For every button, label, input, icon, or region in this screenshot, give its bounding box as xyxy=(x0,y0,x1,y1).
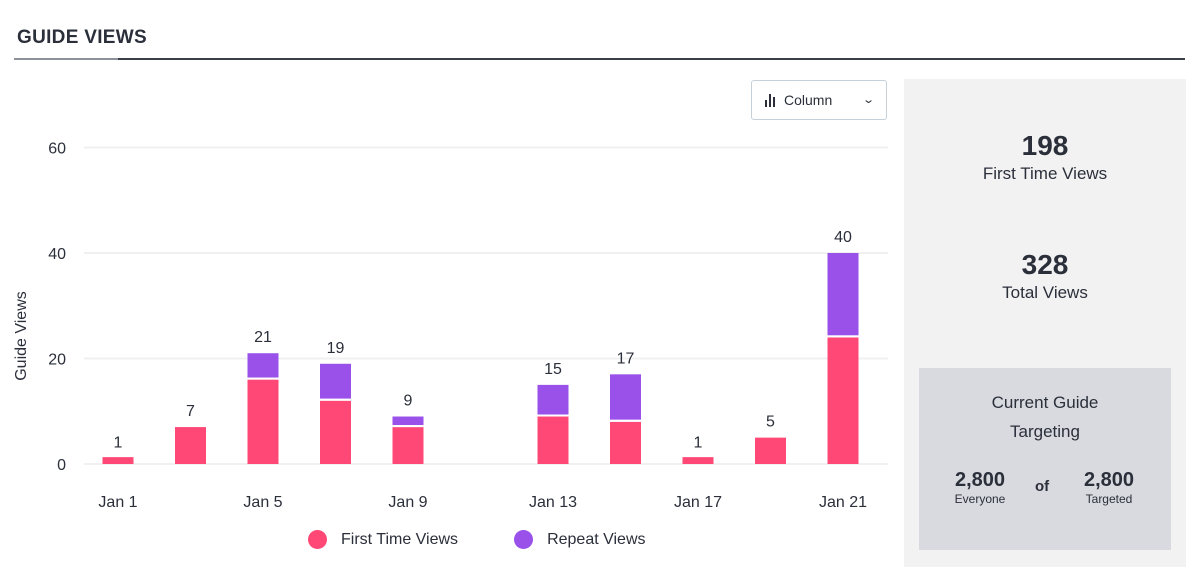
bar-repeat-views xyxy=(537,384,569,415)
x-tick-label: Jan 13 xyxy=(529,494,577,511)
y-tick-label: 20 xyxy=(48,352,66,369)
y-tick-label: 60 xyxy=(48,141,66,158)
data-label: 9 xyxy=(404,393,413,410)
total-views-stat: 328 Total Views xyxy=(904,248,1186,304)
data-label: 1 xyxy=(114,435,123,452)
bar-repeat-views xyxy=(610,374,641,420)
guide-targeting-card: Current Guide Targeting 2,800 Everyone o… xyxy=(919,368,1171,550)
total-views-value: 328 xyxy=(1021,249,1069,280)
data-label: 5 xyxy=(766,414,775,431)
y-tick-label: 0 xyxy=(57,457,66,474)
everyone-label: Everyone xyxy=(954,492,1006,506)
data-label: 40 xyxy=(834,229,852,246)
chart-type-dropdown[interactable]: Column ⌄ xyxy=(751,80,887,120)
x-tick-label: Jan 1 xyxy=(98,494,137,511)
bar-repeat-views xyxy=(247,353,279,378)
y-tick-label: 40 xyxy=(48,246,66,263)
targeting-title-line2: Targeting xyxy=(1010,422,1080,441)
bar-repeat-views xyxy=(827,253,859,336)
bar-first-time-views xyxy=(827,337,859,464)
data-label: 17 xyxy=(617,350,635,367)
targeting-title-line1: Current Guide xyxy=(991,393,1099,412)
data-labels: 172119915171540 xyxy=(114,229,852,452)
header-divider-accent xyxy=(14,58,118,60)
bar-first-time-views xyxy=(102,457,134,464)
first-time-views-value: 198 xyxy=(1021,130,1069,161)
bar-first-time-views xyxy=(320,400,351,464)
page-title: GUIDE VIEWS xyxy=(17,27,147,48)
legend-label: First Time Views xyxy=(341,530,459,548)
bar-first-time-views xyxy=(392,427,424,464)
bar-first-time-views xyxy=(755,437,786,464)
data-label: 15 xyxy=(544,361,562,378)
repeat-views-swatch xyxy=(514,530,534,549)
x-tick-label: Jan 5 xyxy=(243,494,282,511)
first-time-views-label: First Time Views xyxy=(982,164,1108,183)
data-label: 7 xyxy=(186,403,195,420)
x-axis-ticks: Jan 1 Jan 5 Jan 9 Jan 13 Jan 17 Jan 21 xyxy=(98,494,867,511)
of-label: of xyxy=(1035,478,1050,495)
chart-legend: First Time Views Repeat Views xyxy=(308,530,646,549)
summary-panel: 198 First Time Views 328 Total Views Cur… xyxy=(904,79,1186,567)
data-label: 21 xyxy=(254,329,272,346)
bar-first-time-views xyxy=(682,457,714,464)
legend-item-repeat-views[interactable]: Repeat Views xyxy=(514,530,646,549)
targeting-title: Current Guide Targeting xyxy=(919,388,1171,446)
x-tick-label: Jan 9 xyxy=(388,494,427,511)
bar-first-time-views xyxy=(175,427,206,464)
chart-type-label: Column xyxy=(784,92,833,108)
targeted-count: 2,800 Targeted xyxy=(1064,468,1154,506)
everyone-value: 2,800 xyxy=(954,469,1006,491)
targeted-value: 2,800 xyxy=(1083,469,1135,491)
guide-views-chart: 0204060 Guide Views 172119915171540 Jan … xyxy=(13,141,888,511)
bar-first-time-views xyxy=(610,421,641,464)
y-axis-ticks: 0 20 40 60 xyxy=(48,141,66,475)
first-time-views-stat: 198 First Time Views xyxy=(904,129,1186,185)
data-label: 1 xyxy=(694,435,703,452)
everyone-count: 2,800 Everyone xyxy=(935,468,1025,506)
chevron-down-icon: ⌄ xyxy=(861,94,875,106)
total-views-label: Total Views xyxy=(1002,283,1088,302)
targeted-label: Targeted xyxy=(1085,492,1133,506)
x-tick-label: Jan 17 xyxy=(674,494,722,511)
header-divider xyxy=(14,58,1185,60)
legend-item-first-time-views[interactable]: First Time Views xyxy=(308,530,458,549)
y-axis-label: Guide Views xyxy=(13,291,30,381)
x-tick-label: Jan 21 xyxy=(819,494,867,511)
legend-label: Repeat Views xyxy=(547,530,646,548)
column-chart-icon xyxy=(765,93,775,107)
first-time-views-swatch xyxy=(308,530,327,549)
bar-first-time-views xyxy=(537,416,569,464)
bar-repeat-views xyxy=(392,416,424,426)
bar-repeat-views xyxy=(320,363,351,399)
data-label: 19 xyxy=(327,340,345,357)
bar-first-time-views xyxy=(247,379,279,464)
